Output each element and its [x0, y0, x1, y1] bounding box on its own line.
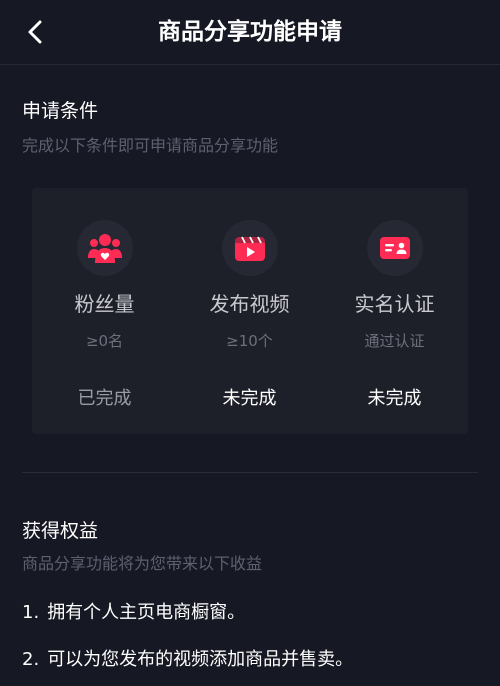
benefit-item: 1. 拥有个人主页电商橱窗。	[22, 598, 245, 624]
condition-label: 粉丝量	[74, 292, 135, 316]
conditions-subtitle: 完成以下条件即可申请商品分享功能	[22, 136, 279, 155]
condition-identity[interactable]: 实名认证 通过认证 未完成	[322, 188, 467, 434]
condition-requirement: ≥10个	[226, 332, 273, 350]
page-title: 商品分享功能申请	[158, 19, 342, 45]
benefit-number: 1.	[22, 602, 40, 623]
back-button[interactable]	[18, 14, 54, 50]
benefit-text: 可以为您发布的视频添加商品并售卖。	[47, 649, 354, 670]
id-card-icon	[379, 237, 410, 259]
benefits-title: 获得权益	[22, 520, 99, 542]
chevron-left-icon	[28, 20, 42, 44]
condition-status: 未完成	[222, 388, 277, 409]
benefits-subtitle: 商品分享功能将为您带来以下收益	[22, 554, 263, 573]
condition-requirement: ≥0名	[85, 332, 124, 350]
benefit-number: 2.	[22, 649, 40, 670]
conditions-card: 粉丝量 ≥0名 已完成 发布视频 ≥10个 未完成 实名认证 通过认证 未完成	[32, 188, 468, 434]
condition-requirement: 通过认证	[364, 332, 425, 350]
condition-label: 发布视频	[209, 292, 290, 316]
section-divider	[22, 472, 478, 473]
fans-icon	[87, 234, 122, 263]
benefit-text: 拥有个人主页电商橱窗。	[47, 602, 246, 623]
header-bar: 商品分享功能申请	[0, 0, 500, 65]
condition-videos[interactable]: 发布视频 ≥10个 未完成	[177, 188, 322, 434]
video-icon	[234, 236, 265, 261]
benefit-item: 2. 可以为您发布的视频添加商品并售卖。	[22, 645, 353, 671]
condition-fans[interactable]: 粉丝量 ≥0名 已完成	[32, 188, 177, 434]
conditions-title: 申请条件	[22, 100, 99, 122]
condition-label: 实名认证	[354, 292, 435, 316]
condition-status: 未完成	[367, 388, 422, 409]
condition-status: 已完成	[77, 388, 132, 409]
